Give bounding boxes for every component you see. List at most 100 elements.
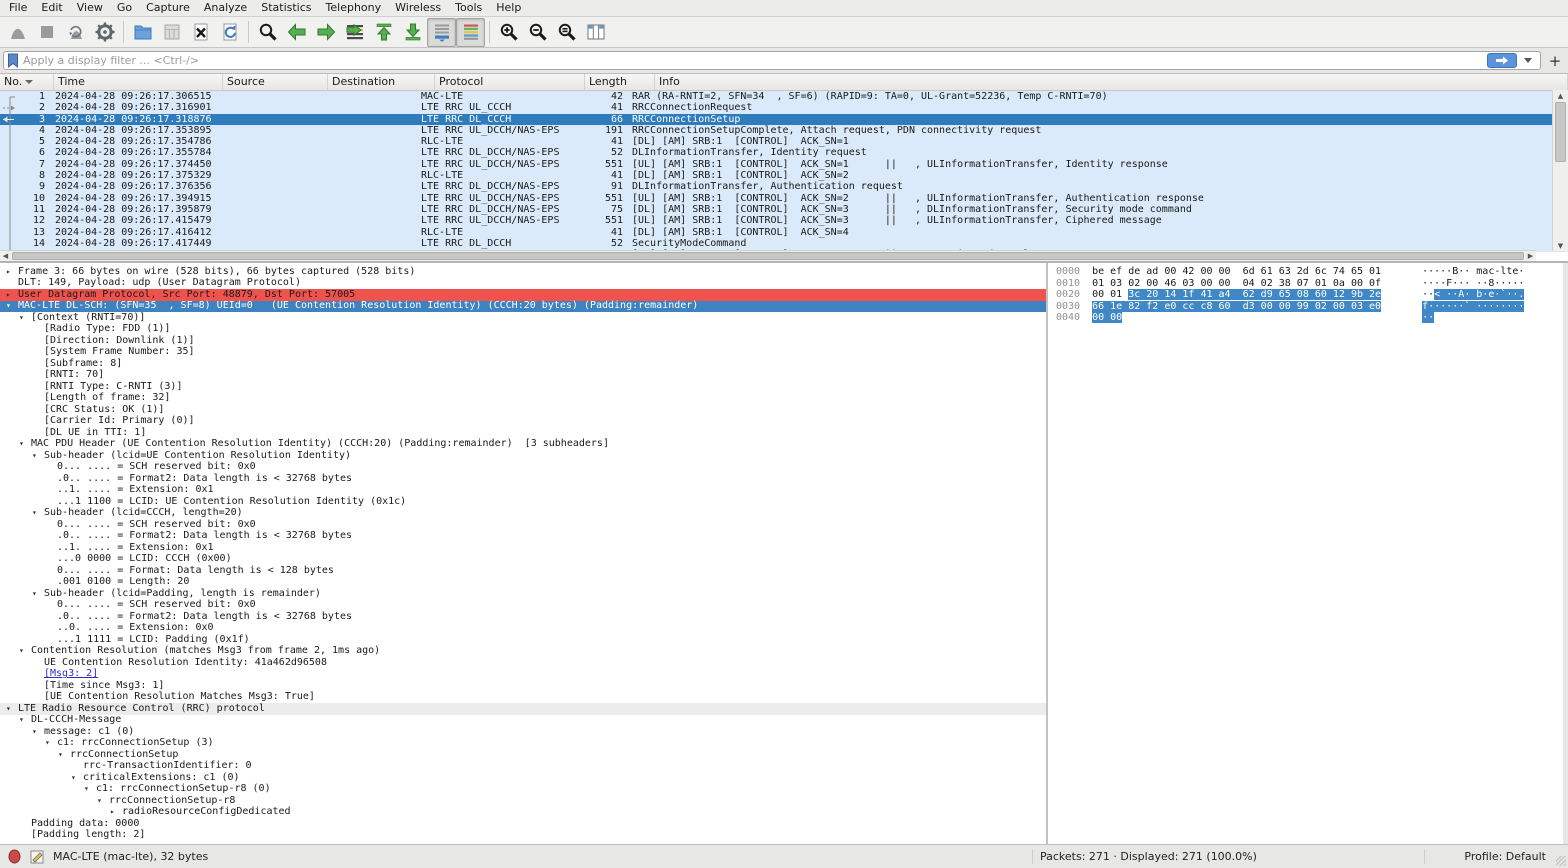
packet-row-2[interactable]: 22024-04-28 09:26:17.316901LTE RRC UL_CC…	[0, 102, 1568, 113]
detail-line-21[interactable]: ▾Sub-header (lcid=CCCH, length=20)	[0, 508, 1046, 520]
menu-edit[interactable]: Edit	[34, 0, 69, 16]
capture-comment-icon[interactable]	[30, 850, 44, 864]
hex-row-0040[interactable]: 004000 00··	[1048, 312, 1563, 324]
hex-bytes[interactable]: 00 01 3c 20 14 1f 41 a4 62 d9 65 08 60 1…	[1092, 289, 1422, 301]
expand-open-icon[interactable]: ▾	[71, 772, 83, 784]
detail-line-33[interactable]: ▾Contention Resolution (matches Msg3 fro…	[0, 646, 1046, 658]
hex-bytes[interactable]: be ef de ad 00 42 00 00 6d 61 63 2d 6c 7…	[1092, 266, 1422, 278]
detail-line-38[interactable]: ▾LTE Radio Resource Control (RRC) protoc…	[0, 703, 1046, 715]
menu-wireless[interactable]: Wireless	[388, 0, 448, 16]
packet-row-6[interactable]: 62024-04-28 09:26:17.355784LTE RRC DL_DC…	[0, 147, 1568, 158]
go-last-icon[interactable]	[398, 18, 427, 47]
scroll-down-arrow[interactable]: ▼	[1553, 240, 1568, 251]
detail-line-26[interactable]: 0... .... = Format: Data length is < 128…	[0, 565, 1046, 577]
expand-closed-icon[interactable]: ▸	[110, 806, 122, 818]
zoom-reset-icon[interactable]	[552, 18, 581, 47]
detail-line-49[interactable]: [Padding length: 2]	[0, 830, 1046, 842]
colorize-icon[interactable]	[456, 18, 485, 47]
detail-line-10[interactable]: [RNTI Type: C-RNTI (3)]	[0, 381, 1046, 393]
detail-line-12[interactable]: [CRC Status: OK (1)]	[0, 404, 1046, 416]
start-capture-icon[interactable]	[3, 18, 32, 47]
hex-ascii[interactable]: ·····B·· mac-lte·	[1422, 266, 1524, 277]
detail-line-30[interactable]: .0.. .... = Format2: Data length is < 32…	[0, 611, 1046, 623]
menu-analyze[interactable]: Analyze	[197, 0, 254, 16]
column-header-length[interactable]: Length	[585, 74, 655, 90]
hex-bytes[interactable]: 01 03 02 00 46 03 00 00 04 02 38 07 01 0…	[1092, 278, 1422, 290]
hex-ascii[interactable]: ··< ··A· b·e·`··.	[1422, 289, 1524, 300]
menu-view[interactable]: View	[70, 0, 110, 16]
reload-file-icon[interactable]	[215, 18, 244, 47]
expand-open-icon[interactable]: ▾	[58, 749, 70, 761]
detail-line-31[interactable]: ..0. .... = Extension: 0x0	[0, 623, 1046, 635]
packet-row-14[interactable]: 142024-04-28 09:26:17.417449LTE RRC DL_D…	[0, 238, 1568, 249]
capture-options-icon[interactable]	[90, 18, 119, 47]
detail-line-29[interactable]: 0... .... = SCH reserved bit: 0x0	[0, 600, 1046, 612]
detail-line-7[interactable]: [System Frame Number: 35]	[0, 347, 1046, 359]
detail-line-6[interactable]: [Direction: Downlink (1)]	[0, 335, 1046, 347]
auto-scroll-icon[interactable]	[427, 18, 456, 47]
detail-line-32[interactable]: ...1 1111 = LCID: Padding (0x1f)	[0, 634, 1046, 646]
hex-bytes[interactable]: 66 1e 82 f2 e0 cc c8 60 d3 00 00 99 02 0…	[1092, 301, 1422, 313]
detail-line-35[interactable]: [Msg3: 2]	[0, 669, 1046, 681]
go-forward-icon[interactable]	[311, 18, 340, 47]
packet-row-13[interactable]: 132024-04-28 09:26:17.416412RLC-LTE41[DL…	[0, 227, 1568, 238]
menu-tools[interactable]: Tools	[448, 0, 489, 16]
packet-list-vertical-scrollbar[interactable]: ▲ ▼	[1552, 90, 1568, 251]
detail-line-27[interactable]: .001 0100 = Length: 20	[0, 577, 1046, 589]
scroll-right-arrow[interactable]: ▶	[1525, 251, 1536, 261]
packet-row-5[interactable]: 52024-04-28 09:26:17.354786RLC-LTE41[DL]…	[0, 136, 1568, 147]
packet-row-1[interactable]: 12024-04-28 09:26:17.306515MAC-LTE42RAR …	[0, 91, 1568, 102]
expand-open-icon[interactable]: ▾	[32, 507, 44, 519]
hex-ascii[interactable]: ··	[1422, 312, 1434, 323]
detail-line-44[interactable]: ▾criticalExtensions: c1 (0)	[0, 772, 1046, 784]
detail-line-39[interactable]: ▾DL-CCCH-Message	[0, 715, 1046, 727]
menu-help[interactable]: Help	[489, 0, 528, 16]
scroll-left-arrow[interactable]: ◀	[0, 251, 11, 261]
column-header-protocol[interactable]: Protocol	[435, 74, 585, 90]
hex-row-0030[interactable]: 003066 1e 82 f2 e0 cc c8 60 d3 00 00 99 …	[1048, 301, 1563, 313]
menu-statistics[interactable]: Statistics	[254, 0, 318, 16]
packet-row-8[interactable]: 82024-04-28 09:26:17.375329RLC-LTE41[DL]…	[0, 170, 1568, 181]
detail-line-5[interactable]: [Radio Type: FDD (1)]	[0, 324, 1046, 336]
detail-line-1[interactable]: DLT: 149, Payload: udp (User Datagram Pr…	[0, 278, 1046, 290]
go-to-packet-icon[interactable]	[340, 18, 369, 47]
detail-line-9[interactable]: [RNTI: 70]	[0, 370, 1046, 382]
detail-line-46[interactable]: ▾rrcConnectionSetup-r8	[0, 795, 1046, 807]
status-profile[interactable]: Profile: Default	[1464, 845, 1546, 868]
filter-dropdown-caret[interactable]	[1524, 58, 1532, 63]
menu-capture[interactable]: Capture	[139, 0, 197, 16]
detail-line-42[interactable]: ▾rrcConnectionSetup	[0, 749, 1046, 761]
expert-info-icon[interactable]	[8, 849, 21, 864]
detail-line-4[interactable]: ▾[Context (RNTI=70)]	[0, 312, 1046, 324]
expand-open-icon[interactable]: ▾	[19, 438, 31, 450]
detail-line-23[interactable]: .0.. .... = Format2: Data length is < 32…	[0, 531, 1046, 543]
detail-line-41[interactable]: ▾c1: rrcConnectionSetup (3)	[0, 738, 1046, 750]
apply-filter-button[interactable]	[1487, 53, 1517, 68]
column-header-destination[interactable]: Destination	[328, 74, 435, 90]
display-filter-input[interactable]: Apply a display filter ... <Ctrl-/>	[3, 51, 1541, 70]
detail-line-25[interactable]: ...0 0000 = LCID: CCCH (0x00)	[0, 554, 1046, 566]
hex-ascii[interactable]: f······` ········	[1422, 301, 1524, 312]
expand-closed-icon[interactable]: ▸	[6, 289, 18, 301]
detail-line-16[interactable]: ▾Sub-header (lcid=UE Contention Resoluti…	[0, 450, 1046, 462]
expand-closed-icon[interactable]: ▸	[6, 266, 18, 278]
add-filter-button[interactable]: +	[1545, 51, 1565, 70]
expand-open-icon[interactable]: ▾	[45, 737, 57, 749]
detail-line-40[interactable]: ▾message: c1 (0)	[0, 726, 1046, 738]
expand-open-icon[interactable]: ▾	[19, 312, 31, 324]
open-file-icon[interactable]	[128, 18, 157, 47]
save-file-icon[interactable]	[157, 18, 186, 47]
resize-columns-icon[interactable]	[581, 18, 610, 47]
packet-row-4[interactable]: 42024-04-28 09:26:17.353895LTE RRC UL_DC…	[0, 125, 1568, 136]
expand-open-icon[interactable]: ▾	[32, 450, 44, 462]
detail-line-20[interactable]: ...1 1100 = LCID: UE Contention Resoluti…	[0, 496, 1046, 508]
packet-list-horizontal-scrollbar[interactable]: ◀ ▶	[0, 250, 1536, 261]
hex-row-0020[interactable]: 002000 01 3c 20 14 1f 41 a4 62 d9 65 08 …	[1048, 289, 1563, 301]
column-header-time[interactable]: Time	[54, 74, 223, 90]
horizontal-scroll-thumb[interactable]	[12, 252, 1524, 260]
stop-capture-icon[interactable]	[32, 18, 61, 47]
packet-row-7[interactable]: 72024-04-28 09:26:17.374450LTE RRC UL_DC…	[0, 159, 1568, 170]
detail-line-43[interactable]: rrc-TransactionIdentifier: 0	[0, 761, 1046, 773]
detail-line-18[interactable]: .0.. .... = Format2: Data length is < 32…	[0, 473, 1046, 485]
hex-ascii[interactable]: ····F··· ··8·····	[1422, 278, 1524, 289]
